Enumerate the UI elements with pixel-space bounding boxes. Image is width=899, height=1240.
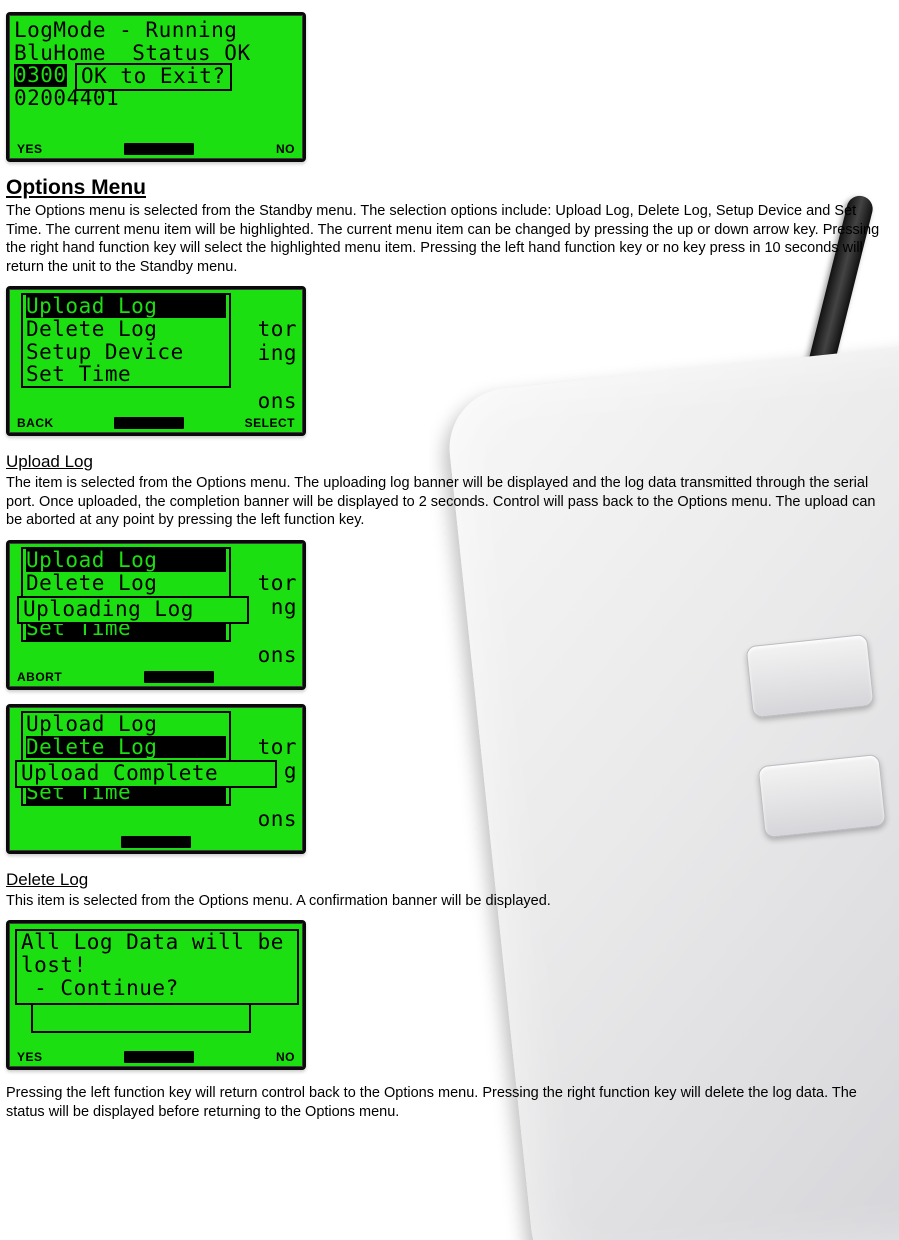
- lcd-softkeys: YES NO: [15, 1050, 297, 1064]
- heading-options-menu: Options Menu: [6, 176, 893, 200]
- lcd-options-menu: tor ing ons Upload Log Delete Log Setup …: [6, 286, 306, 436]
- lcd-uploading: tor ng ons Upload Log Delete Log Set Tim…: [6, 540, 306, 690]
- paragraph-delete-2: Pressing the left function key will retu…: [6, 1084, 893, 1121]
- lcd-delete-confirm: All Log Data will be lost! - Continue? Y…: [6, 920, 306, 1070]
- lcd-bg-text: g: [284, 759, 297, 783]
- lcd-softkeys: [15, 836, 297, 848]
- paragraph-options: The Options menu is selected from the St…: [6, 202, 893, 276]
- lcd-bg-text: tor: [258, 317, 297, 341]
- lcd-text: - Continue?: [21, 977, 293, 1000]
- lcd-bg-text: tor: [258, 735, 297, 759]
- lcd-text: BluHome Status: [14, 41, 211, 65]
- softkey-left[interactable]: YES: [17, 142, 43, 156]
- lcd-text: OK: [211, 41, 250, 65]
- softkey-left[interactable]: BACK: [17, 416, 54, 430]
- lcd-banner-delete-confirm: All Log Data will be lost! - Continue?: [15, 929, 299, 1005]
- softkey-bar-icon: [121, 836, 191, 848]
- menu-item-delete-log[interactable]: Delete Log: [26, 318, 226, 341]
- lcd-softkeys: ABORT: [15, 670, 297, 684]
- menu-item-upload-log[interactable]: Upload Log: [26, 295, 226, 318]
- softkey-left[interactable]: ABORT: [17, 670, 62, 684]
- paragraph-upload: The item is selected from the Options me…: [6, 474, 893, 530]
- menu-item-set-time[interactable]: Set Time: [26, 363, 226, 386]
- lcd-logmode-exit: LogMode - Running BluHome Status OK 0300…: [6, 12, 306, 162]
- menu-item-delete-log: Delete Log: [26, 736, 226, 759]
- lcd-line: LogMode - Running: [14, 19, 298, 42]
- lcd-bg-text: ons: [258, 389, 297, 413]
- softkey-right[interactable]: NO: [276, 142, 295, 156]
- softkey-right[interactable]: NO: [276, 1050, 295, 1064]
- lcd-text: All Log Data will be: [21, 931, 293, 954]
- softkey-bar-icon: [144, 671, 214, 683]
- menu-item-delete-log: Delete Log: [26, 572, 226, 595]
- lcd-inverted: 0300: [14, 64, 67, 87]
- lcd-banner-uploading: Uploading Log: [17, 596, 249, 624]
- lcd-bg-text: ons: [258, 643, 297, 667]
- softkey-bar-icon: [124, 1051, 194, 1063]
- heading-upload-log: Upload Log: [6, 452, 893, 472]
- lcd-bg-text: ng: [271, 595, 297, 619]
- lcd-bg-text: ing: [258, 341, 297, 365]
- lcd-softkeys: BACK SELECT: [15, 416, 297, 430]
- lcd-banner-upload-complete: Upload Complete: [15, 760, 277, 788]
- lcd-text: lost!: [21, 954, 293, 977]
- softkey-bar-icon: [114, 417, 184, 429]
- menu-item-setup-device[interactable]: Setup Device: [26, 341, 226, 364]
- menu-item-upload-log: Upload Log: [26, 713, 226, 736]
- lcd-softkeys: YES NO: [15, 142, 297, 156]
- lcd-bg-text: tor: [258, 571, 297, 595]
- lcd-line: BluHome Status OK: [14, 42, 298, 65]
- menu-item-upload-log: Upload Log: [26, 549, 226, 572]
- softkey-left[interactable]: YES: [17, 1050, 43, 1064]
- lcd-upload-complete: tor g ons Upload Log Delete Log Set Time…: [6, 704, 306, 854]
- softkey-right[interactable]: SELECT: [245, 416, 295, 430]
- lcd-popup-exit: OK to Exit?: [75, 63, 232, 91]
- lcd-bg-text: ons: [258, 807, 297, 831]
- softkey-bar-icon: [124, 143, 194, 155]
- heading-delete-log: Delete Log: [6, 870, 893, 890]
- paragraph-delete: This item is selected from the Options m…: [6, 892, 893, 911]
